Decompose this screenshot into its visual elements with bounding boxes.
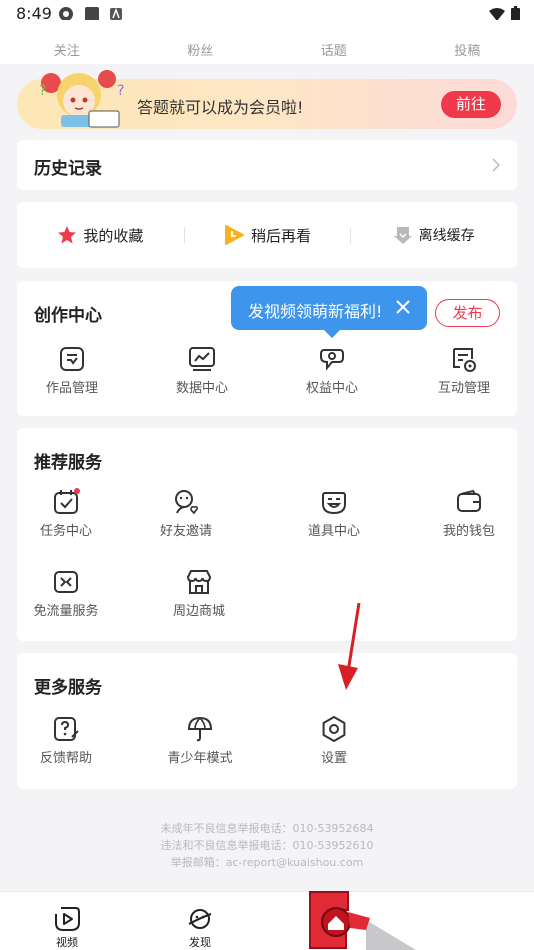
stat-topics[interactable]: ​话题 <box>267 20 401 64</box>
feedback-icon <box>54 717 79 741</box>
tab-label: 视频 <box>56 936 78 949</box>
grid-label: 我的钱包 <box>442 524 495 539</box>
grid-label: 好友邀请 <box>159 524 212 539</box>
tooltip-text: 发视频领萌新福利! <box>248 302 383 321</box>
stat-posts[interactable]: ​投稿 <box>401 20 534 64</box>
offline-cache-button[interactable]: 离线缓存 <box>350 225 517 245</box>
offline-cache-label: 离线缓存 <box>418 228 475 244</box>
task-center-button[interactable]: 任务中心 <box>11 488 121 539</box>
interaction-management-button[interactable]: 互动管理 <box>409 345 519 396</box>
stat-label: 粉丝 <box>187 44 214 59</box>
grid-label: 权益中心 <box>305 381 358 396</box>
data-free-icon <box>54 571 78 593</box>
recommended-services-card: 推荐服务 任务中心 好友邀请 道具中心 我的钱包 免流量服务 周边商城 <box>17 428 517 641</box>
invite-icon <box>175 490 198 515</box>
wifi-icon <box>489 8 505 21</box>
chevron-right-icon <box>492 158 501 172</box>
watch-later-label: 稍后再看 <box>251 226 312 245</box>
tab-label: 发现 <box>189 936 211 949</box>
teen-mode-button[interactable]: 青少年模式 <box>145 715 255 766</box>
favorites-button[interactable]: 我的收藏 <box>17 225 184 246</box>
settings-icon <box>322 716 346 742</box>
creation-center-title: 创作中心 <box>34 306 102 326</box>
grid-label: 作品管理 <box>45 381 98 396</box>
task-icon <box>54 488 80 514</box>
grid-label: 数据中心 <box>175 381 228 396</box>
works-management-button[interactable]: 作品管理 <box>17 345 127 396</box>
recommended-services-title: 推荐服务 <box>34 453 102 473</box>
grid-label: 道具中心 <box>307 524 360 539</box>
settings-button[interactable]: 设置 <box>279 715 389 766</box>
shop-icon <box>186 570 212 594</box>
watch-later-icon <box>225 225 244 245</box>
quick-actions: 我的收藏 稍后再看 离线缓存 <box>17 202 517 268</box>
bottom-tab-bar: 视频 发现 <box>0 891 534 950</box>
stat-label: 投稿 <box>454 44 481 59</box>
my-wallet-button[interactable]: 我的钱包 <box>414 488 524 539</box>
favorites-label: 我的收藏 <box>83 226 144 245</box>
publish-button[interactable]: 发布 <box>435 299 500 327</box>
minor-report-phone: 未成年不良信息举报电话：010-53952684 <box>160 822 374 835</box>
svg-text:?: ? <box>39 83 46 99</box>
tab-discover[interactable]: 发现 <box>170 906 230 950</box>
watch-later-button[interactable]: 稍后再看 <box>183 224 351 246</box>
props-icon <box>322 492 346 515</box>
profile-stats: ​关注 ​粉丝 ​话题 ​投稿 <box>0 20 534 64</box>
star-icon <box>58 226 77 244</box>
data-center-button[interactable]: 数据中心 <box>147 345 257 396</box>
close-icon[interactable] <box>395 299 411 315</box>
grid-label: 互动管理 <box>437 381 490 396</box>
svg-text:?: ? <box>117 83 124 99</box>
grid-label: 反馈帮助 <box>39 751 92 766</box>
report-info-footer: 未成年不良信息举报电话：010-53952684 违法和不良信息举报电话：010… <box>0 820 534 871</box>
grid-label: 青少年模式 <box>167 751 233 766</box>
a-notification-icon <box>110 8 122 20</box>
feedback-help-button[interactable]: 反馈帮助 <box>11 715 121 766</box>
report-email: 举报邮箱：ac-report@kuaishou.com <box>170 856 364 869</box>
wallet-icon <box>457 489 481 512</box>
props-center-button[interactable]: 道具中心 <box>279 488 389 539</box>
history-card[interactable]: 历史记录 <box>17 140 517 190</box>
interaction-icon <box>453 348 476 372</box>
umbrella-icon <box>187 716 213 742</box>
stat-label: 关注 <box>53 44 80 59</box>
chart-icon <box>189 347 215 371</box>
tab-video[interactable]: 视频 <box>37 906 97 950</box>
works-icon <box>60 347 84 371</box>
data-free-service-button[interactable]: 免流量服务 <box>11 568 121 619</box>
red-arrow-annotation <box>338 602 361 690</box>
illegal-report-phone: 违法和不良信息举报电话：010-53952610 <box>160 839 374 852</box>
banner-go-button[interactable]: 前往 <box>441 91 501 118</box>
discover-tab-icon <box>188 909 212 929</box>
rights-center-button[interactable]: 权益中心 <box>277 345 387 396</box>
stat-label: 话题 <box>320 44 347 59</box>
video-tab-icon <box>55 907 80 931</box>
grid-label: 任务中心 <box>39 524 92 539</box>
more-services-card: 更多服务 反馈帮助 青少年模式 设置 <box>17 653 517 789</box>
center-logo-icon[interactable] <box>306 890 416 950</box>
member-quiz-banner[interactable]: ? ? 答题就可以成为会员啦! 前往 <box>17 70 517 129</box>
cartoon-girl-illustration: ? ? <box>39 70 124 128</box>
publish-tooltip[interactable]: 发视频领萌新福利! <box>231 286 427 338</box>
banner-text: 答题就可以成为会员啦! <box>137 98 304 117</box>
stat-following[interactable]: ​关注 <box>0 20 134 64</box>
history-title: 历史记录 <box>34 159 102 179</box>
download-icon <box>393 227 412 244</box>
more-services-title: 更多服务 <box>34 678 102 698</box>
rights-icon <box>320 349 344 371</box>
grid-label: 设置 <box>320 751 347 766</box>
stat-fans[interactable]: ​粉丝 <box>134 20 268 64</box>
grid-label: 免流量服务 <box>33 604 99 619</box>
invite-friends-button[interactable]: 好友邀请 <box>131 488 241 539</box>
grid-label: 周边商城 <box>172 604 225 619</box>
merch-shop-button[interactable]: 周边商城 <box>144 568 254 619</box>
tooltip-tail <box>324 330 340 338</box>
